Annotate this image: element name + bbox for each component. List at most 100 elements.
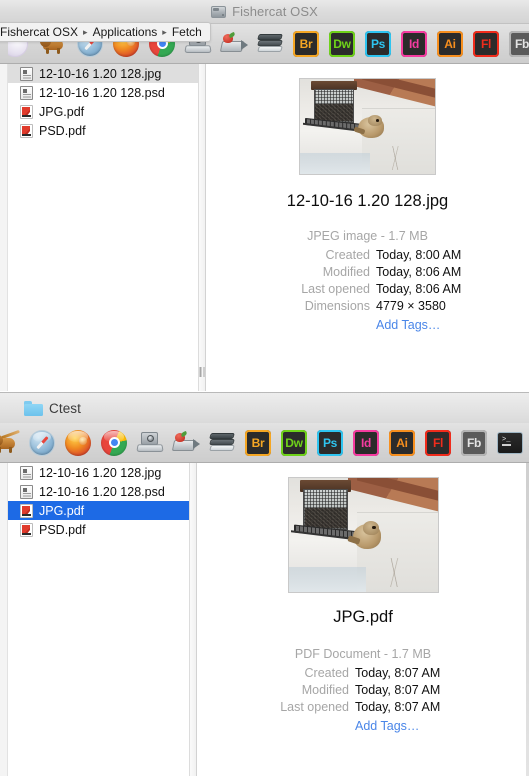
preview-pane-top: 12-10-16 1.20 128.jpg JPEG image - 1.7 M… xyxy=(206,64,529,391)
thumbnail-wrap-top xyxy=(299,78,436,175)
adobe-indesign-icon[interactable]: Id xyxy=(350,427,382,459)
table-row[interactable]: JPG.pdf xyxy=(8,102,198,121)
adobe-dreamweaver-label: Dw xyxy=(333,36,351,51)
table-row[interactable]: PSD.pdf xyxy=(8,520,189,539)
add-tags-link[interactable]: Add Tags… xyxy=(355,718,529,735)
metadata-value: Today, 8:07 AM xyxy=(355,683,441,697)
add-tags-link[interactable]: Add Tags… xyxy=(376,317,529,334)
metadata-label-spacer xyxy=(197,718,355,735)
adobe-bridge-icon[interactable]: Br xyxy=(290,28,322,60)
table-row[interactable]: 12-10-16 1.20 128.psd xyxy=(8,482,189,501)
breadcrumb[interactable]: Fishercat OSX ▸ Applications ▸ Fetch xyxy=(0,22,211,42)
file-name: 12-10-16 1.20 128.jpg xyxy=(39,66,162,81)
adobe-flash-icon[interactable]: Fl xyxy=(470,28,502,60)
window-title-top: Fishercat OSX xyxy=(232,4,318,19)
image-file-icon xyxy=(20,85,33,100)
pane-splitter-bottom[interactable] xyxy=(189,463,197,776)
file-thumbnail-image xyxy=(299,78,436,175)
adobe-fireworks-icon[interactable]: Fb xyxy=(506,28,529,60)
metadata-label: Modified xyxy=(322,265,370,279)
adobe-illustrator-label: Ai xyxy=(396,435,408,450)
hard-drive-icon xyxy=(211,5,227,18)
firefox-icon[interactable] xyxy=(62,427,94,459)
window-content-bottom: 12-10-16 1.20 128.jpg 12-10-16 1.20 128.… xyxy=(0,463,529,776)
safari-icon[interactable] xyxy=(26,427,58,459)
adobe-indesign-icon[interactable]: Id xyxy=(398,28,430,60)
metadata-row-dimensions: Dimensions 4779 × 3580 xyxy=(206,298,529,315)
scanner-icon[interactable] xyxy=(218,28,250,60)
preview-filename: 12-10-16 1.20 128.jpg xyxy=(286,192,449,210)
chrome-icon[interactable] xyxy=(98,427,130,459)
pdf-file-icon xyxy=(20,503,33,518)
adobe-photoshop-icon[interactable]: Ps xyxy=(314,427,346,459)
adobe-bridge-label: Br xyxy=(251,435,265,450)
metadata-row-modified: Modified Today, 8:07 AM xyxy=(197,682,529,699)
file-name: PSD.pdf xyxy=(39,522,86,537)
sidebar-edge-top xyxy=(0,64,8,391)
metadata-value: Today, 8:00 AM xyxy=(376,248,462,262)
table-row[interactable]: PSD.pdf xyxy=(8,121,198,140)
preview-metadata-table: Created Today, 8:00 AM Modified Today, 8… xyxy=(206,247,529,334)
breadcrumb-separator-icon: ▸ xyxy=(162,26,167,37)
preview-filename: JPG.pdf xyxy=(333,608,393,626)
metadata-label-spacer xyxy=(206,317,376,334)
printer-icon[interactable] xyxy=(254,28,286,60)
toolbar-bottom: Br Dw Ps Id Ai Fl Fb >_ xyxy=(0,423,529,463)
pane-splitter-top[interactable] xyxy=(198,64,206,391)
adobe-illustrator-icon[interactable]: Ai xyxy=(434,28,466,60)
preview-metadata-table: Created Today, 8:07 AM Modified Today, 8… xyxy=(197,665,529,735)
preview-kind-size: PDF Document - 1.7 MB xyxy=(294,647,432,661)
adobe-photoshop-icon[interactable]: Ps xyxy=(362,28,394,60)
resize-grip-icon[interactable] xyxy=(199,367,205,377)
terminal-icon[interactable]: >_ xyxy=(494,427,526,459)
table-row[interactable]: 12-10-16 1.20 128.jpg xyxy=(8,64,198,83)
breadcrumb-part-applications[interactable]: Applications xyxy=(93,25,158,39)
metadata-label: Created xyxy=(304,666,349,680)
file-name: 12-10-16 1.20 128.jpg xyxy=(39,465,162,480)
metadata-value: 4779 × 3580 xyxy=(376,299,446,313)
metadata-row-last-opened: Last opened Today, 8:06 AM xyxy=(206,281,529,298)
adobe-illustrator-icon[interactable]: Ai xyxy=(386,427,418,459)
folder-icon xyxy=(24,400,43,416)
metadata-value: Today, 8:07 AM xyxy=(355,666,441,680)
metadata-value: Today, 8:07 AM xyxy=(355,700,441,714)
adobe-dreamweaver-icon[interactable]: Dw xyxy=(278,427,310,459)
window-titlebar-bottom[interactable]: Ctest xyxy=(0,393,529,423)
printer-icon[interactable] xyxy=(206,427,238,459)
fetch-app-icon[interactable] xyxy=(0,427,22,459)
preview-pane-bottom: JPG.pdf PDF Document - 1.7 MB Created To… xyxy=(197,463,529,776)
metadata-value: Today, 8:06 AM xyxy=(376,282,462,296)
adobe-indesign-label: Id xyxy=(408,36,420,51)
file-name: 12-10-16 1.20 128.psd xyxy=(39,85,165,100)
adobe-dreamweaver-label: Dw xyxy=(285,435,303,450)
thumbnail-wrap-bottom xyxy=(287,477,439,593)
breadcrumb-separator-icon: ▸ xyxy=(83,26,88,37)
adobe-bridge-icon[interactable]: Br xyxy=(242,427,274,459)
adobe-photoshop-label: Ps xyxy=(322,435,338,450)
metadata-label: Created xyxy=(325,248,370,262)
file-name: PSD.pdf xyxy=(39,123,86,138)
table-row[interactable]: JPG.pdf xyxy=(8,501,189,520)
adobe-flash-icon[interactable]: Fl xyxy=(422,427,454,459)
image-file-icon xyxy=(20,66,33,81)
file-name: JPG.pdf xyxy=(39,104,85,119)
file-list-top[interactable]: 12-10-16 1.20 128.jpg 12-10-16 1.20 128.… xyxy=(8,64,198,391)
metadata-row-modified: Modified Today, 8:06 AM xyxy=(206,264,529,281)
adobe-illustrator-label: Ai xyxy=(444,36,456,51)
scanner-icon[interactable] xyxy=(170,427,202,459)
add-tags-row[interactable]: Add Tags… xyxy=(197,718,529,735)
breadcrumb-part-volume[interactable]: Fishercat OSX xyxy=(0,25,78,39)
add-tags-row[interactable]: Add Tags… xyxy=(206,317,529,334)
metadata-label: Last opened xyxy=(280,700,349,714)
window-titlebar-top[interactable]: Fishercat OSX Fishercat OSX ▸ Applicatio… xyxy=(0,0,529,42)
table-row[interactable]: 12-10-16 1.20 128.jpg xyxy=(8,463,189,482)
table-row[interactable]: 12-10-16 1.20 128.psd xyxy=(8,83,198,102)
adobe-fireworks-icon[interactable]: Fb xyxy=(458,427,490,459)
pdf-file-icon xyxy=(20,123,33,138)
adobe-fireworks-label: Fb xyxy=(514,36,529,51)
adobe-dreamweaver-icon[interactable]: Dw xyxy=(326,28,358,60)
breadcrumb-part-fetch[interactable]: Fetch xyxy=(172,25,202,39)
image-capture-icon[interactable] xyxy=(134,427,166,459)
file-list-bottom[interactable]: 12-10-16 1.20 128.jpg 12-10-16 1.20 128.… xyxy=(8,463,189,776)
metadata-label: Dimensions xyxy=(304,299,370,313)
